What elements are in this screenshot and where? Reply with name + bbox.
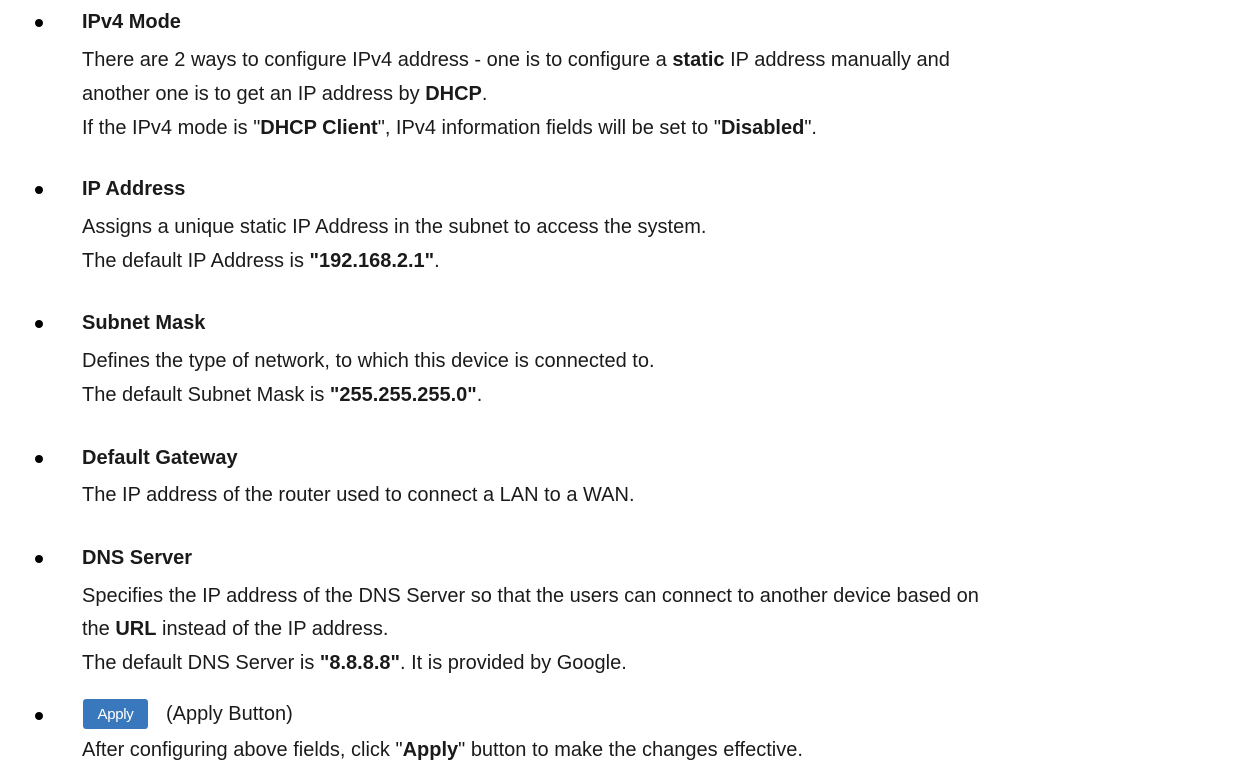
apply-button[interactable]: Apply bbox=[83, 699, 148, 729]
item-title: Subnet Mask bbox=[82, 312, 206, 334]
item-description-line: The IP address of the router used to con… bbox=[82, 484, 635, 506]
bullet-icon bbox=[35, 19, 43, 27]
item-description-line: The default Subnet Mask is "255.255.255.… bbox=[82, 384, 483, 406]
item-description-line: The default IP Address is "192.168.2.1". bbox=[82, 250, 440, 272]
item-description-line: After configuring above fields, click "A… bbox=[82, 739, 803, 761]
item-description-line: Defines the type of network, to which th… bbox=[82, 350, 655, 372]
item-description-line: Specifies the IP address of the DNS Serv… bbox=[82, 585, 979, 607]
item-title: Default Gateway bbox=[82, 447, 238, 469]
bullet-icon bbox=[35, 712, 43, 720]
item-description-line: There are 2 ways to configure IPv4 addre… bbox=[82, 49, 950, 71]
item-description-line: the URL instead of the IP address. bbox=[82, 618, 389, 640]
bullet-icon bbox=[35, 555, 43, 563]
item-description-line: another one is to get an IP address by D… bbox=[82, 83, 488, 105]
item-description-line: Assigns a unique static IP Address in th… bbox=[82, 216, 707, 238]
item-title: IPv4 Mode bbox=[82, 11, 181, 33]
item-description-line: If the IPv4 mode is "DHCP Client", IPv4 … bbox=[82, 117, 817, 139]
item-title: DNS Server bbox=[82, 547, 193, 569]
bullet-icon bbox=[35, 186, 43, 194]
apply-button-caption: (Apply Button) bbox=[166, 703, 293, 725]
item-title: IP Address bbox=[82, 178, 186, 200]
item-description-line: The default DNS Server is "8.8.8.8". It … bbox=[82, 652, 627, 674]
bullet-icon bbox=[35, 455, 43, 463]
bullet-icon bbox=[35, 320, 43, 328]
